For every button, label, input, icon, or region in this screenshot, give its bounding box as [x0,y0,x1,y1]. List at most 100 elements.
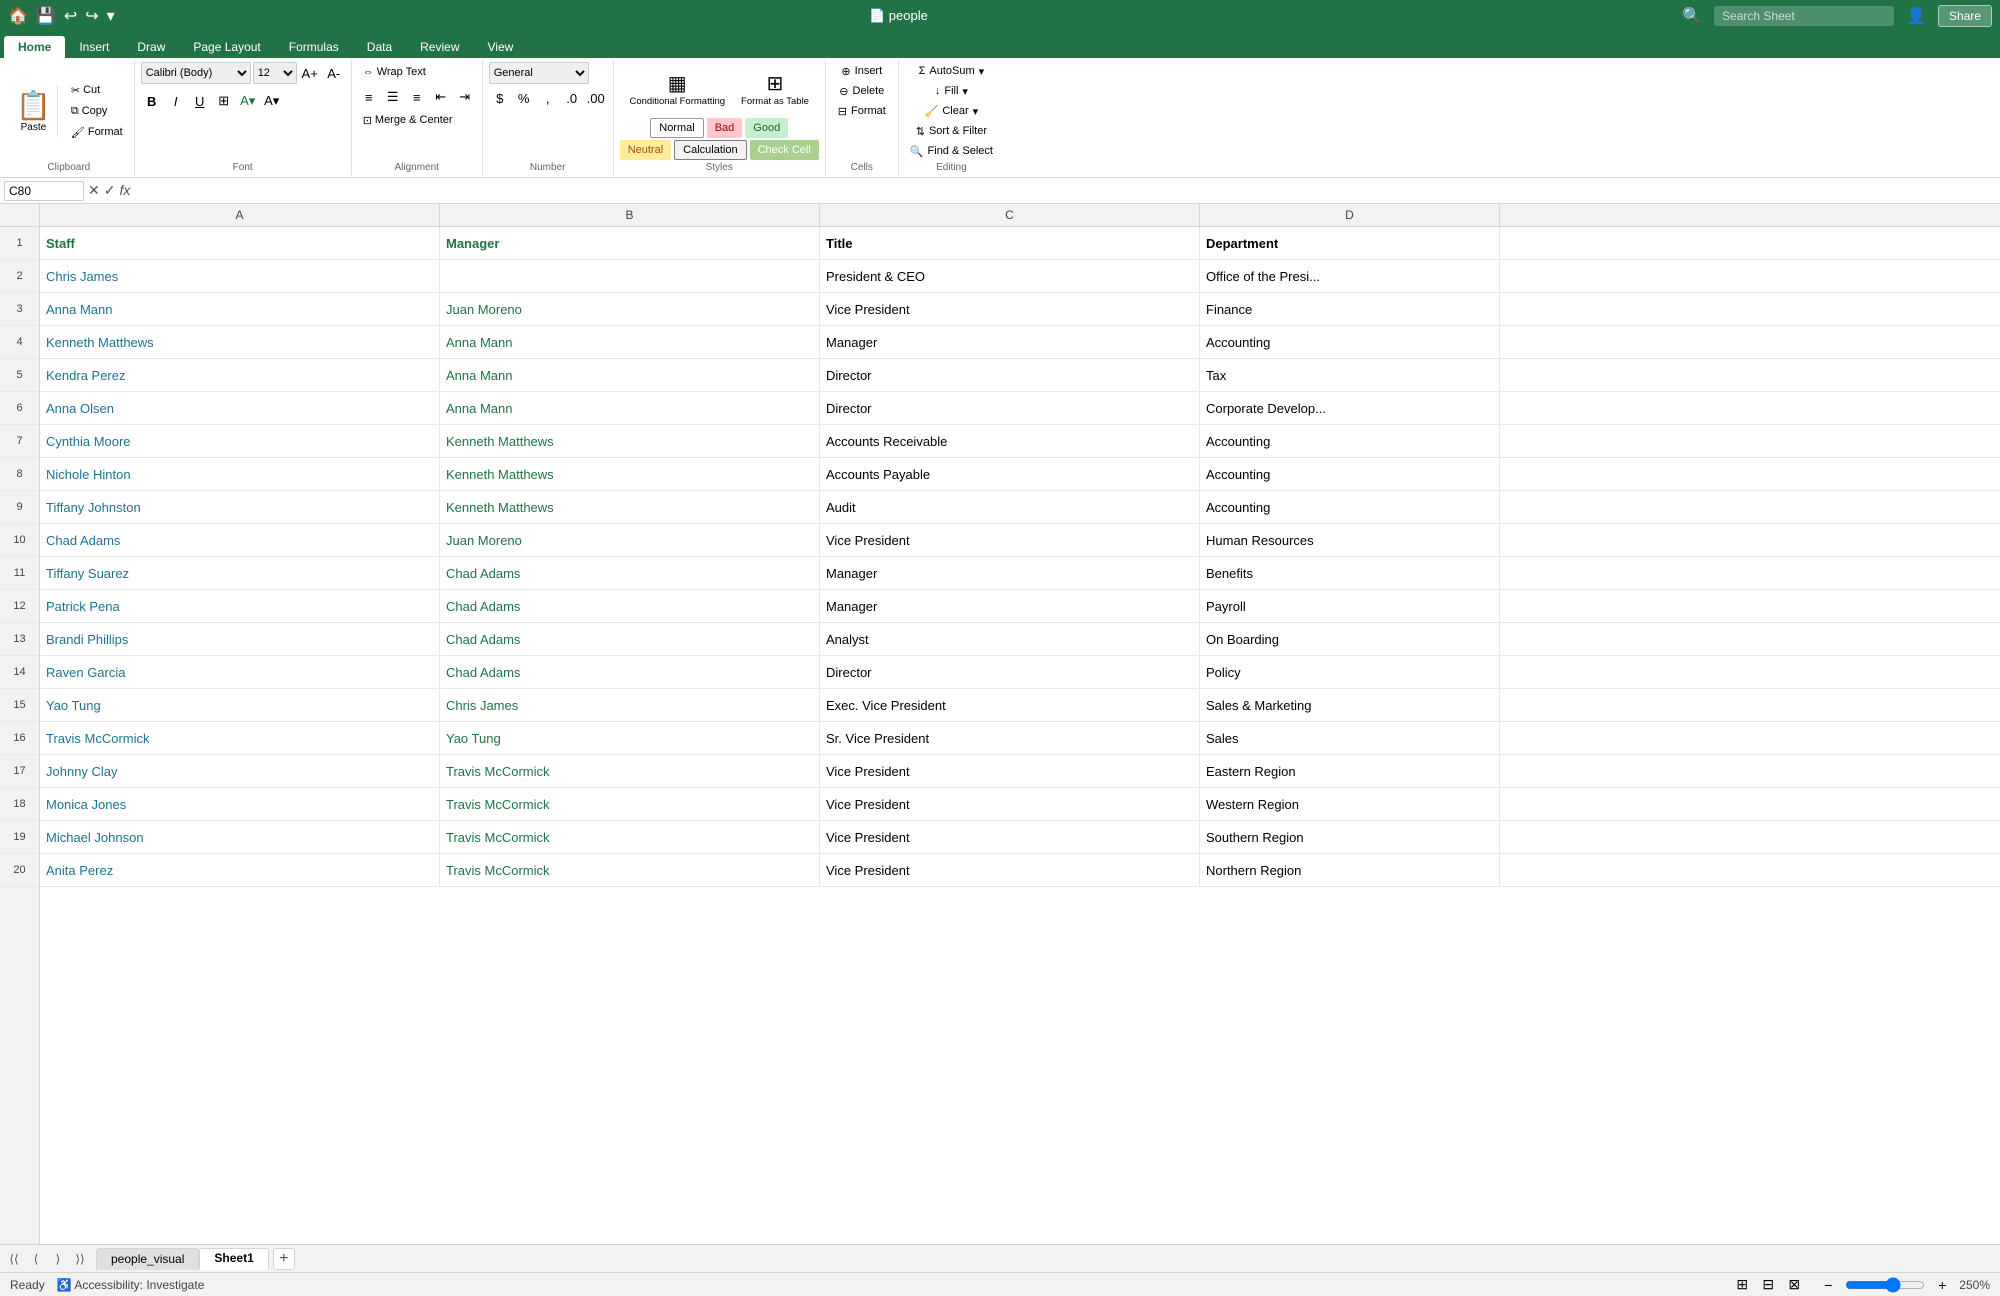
fill-button[interactable]: ↓ Fill ▾ [930,82,973,100]
cell-r12-c0[interactable]: Patrick Pena [40,590,440,622]
cell-r12-c2[interactable]: Manager [820,590,1200,622]
cell-r19-c0[interactable]: Michael Johnson [40,821,440,853]
cell-r6-c2[interactable]: Director [820,392,1200,424]
cell-r16-c1[interactable]: Yao Tung [440,722,820,754]
row-num-10[interactable]: 10 [0,524,39,557]
cell-r17-c0[interactable]: Johnny Clay [40,755,440,787]
cell-r7-c0[interactable]: Cynthia Moore [40,425,440,457]
cell-r3-c2[interactable]: Vice President [820,293,1200,325]
cell-r11-c2[interactable]: Manager [820,557,1200,589]
sheet-nav-last[interactable]: ⟩⟩ [70,1249,90,1269]
cell-r9-c3[interactable]: Accounting [1200,491,1500,523]
percent-button[interactable]: % [513,87,535,109]
formula-input[interactable] [134,181,1996,201]
tab-data[interactable]: Data [353,36,406,58]
cell-r18-c2[interactable]: Vice President [820,788,1200,820]
sheet-nav-first[interactable]: ⟨⟨ [4,1249,24,1269]
cell-r15-c1[interactable]: Chris James [440,689,820,721]
increase-indent-button[interactable]: ⇥ [454,86,476,108]
cell-r5-c3[interactable]: Tax [1200,359,1500,391]
insert-cells-button[interactable]: ⊕ Insert [835,62,888,80]
find-select-button[interactable]: 🔍 Find & Select [905,142,998,160]
cell-r1-c2[interactable]: Title [820,227,1200,259]
align-center-button[interactable]: ☰ [382,86,404,108]
cell-r14-c1[interactable]: Chad Adams [440,656,820,688]
cell-r18-c0[interactable]: Monica Jones [40,788,440,820]
row-num-7[interactable]: 7 [0,425,39,458]
cell-r5-c1[interactable]: Anna Mann [440,359,820,391]
cell-r19-c2[interactable]: Vice President [820,821,1200,853]
tab-draw[interactable]: Draw [123,36,179,58]
cell-r15-c2[interactable]: Exec. Vice President [820,689,1200,721]
cell-r4-c1[interactable]: Anna Mann [440,326,820,358]
fill-color-button[interactable]: A▾ [237,90,259,112]
tab-review[interactable]: Review [406,36,473,58]
cell-r14-c2[interactable]: Director [820,656,1200,688]
tab-view[interactable]: View [474,36,528,58]
sheet-tab-people-visual[interactable]: people_visual [96,1248,199,1270]
customize-icon[interactable]: ▾ [107,6,115,26]
cell-r14-c0[interactable]: Raven Garcia [40,656,440,688]
cell-r12-c3[interactable]: Payroll [1200,590,1500,622]
cell-r5-c0[interactable]: Kendra Perez [40,359,440,391]
cell-r19-c1[interactable]: Travis McCormick [440,821,820,853]
page-break-view-button[interactable]: ⊠ [1783,1274,1805,1296]
conditional-formatting-button[interactable]: ▦ Conditional Formatting [623,62,731,116]
cell-r9-c1[interactable]: Kenneth Matthews [440,491,820,523]
sheet-tab-sheet1[interactable]: Sheet1 [199,1248,268,1270]
row-num-5[interactable]: 5 [0,359,39,392]
cell-r13-c1[interactable]: Chad Adams [440,623,820,655]
col-header-a[interactable]: A [40,204,440,226]
autosum-button[interactable]: Σ AutoSum ▾ [914,62,990,80]
cell-r16-c3[interactable]: Sales [1200,722,1500,754]
cell-r8-c3[interactable]: Accounting [1200,458,1500,490]
increase-font-button[interactable]: A+ [299,62,321,84]
cell-r20-c3[interactable]: Northern Region [1200,854,1500,886]
bold-button[interactable]: B [141,90,163,112]
redo-icon[interactable]: ↪ [85,6,98,26]
undo-icon[interactable]: ↩ [64,6,77,26]
row-num-6[interactable]: 6 [0,392,39,425]
sheet-nav-next[interactable]: ⟩ [48,1249,68,1269]
cell-r1-c0[interactable]: Staff [40,227,440,259]
cell-r17-c2[interactable]: Vice President [820,755,1200,787]
row-num-2[interactable]: 2 [0,260,39,293]
cell-r5-c2[interactable]: Director [820,359,1200,391]
cell-r16-c0[interactable]: Travis McCormick [40,722,440,754]
style-neutral[interactable]: Neutral [620,140,671,160]
format-cells-button[interactable]: ⊟ Format [832,102,892,120]
font-color-button[interactable]: A▾ [261,90,283,112]
share-button[interactable]: Share [1938,5,1992,27]
cell-r19-c3[interactable]: Southern Region [1200,821,1500,853]
cell-r6-c1[interactable]: Anna Mann [440,392,820,424]
delete-cells-button[interactable]: ⊖ Delete [833,82,890,100]
comma-button[interactable]: , [537,87,559,109]
cell-r1-c3[interactable]: Department [1200,227,1500,259]
clear-button[interactable]: 🧹 Clear ▾ [920,102,984,120]
cell-r6-c3[interactable]: Corporate Develop... [1200,392,1500,424]
decrease-decimal-button[interactable]: .0 [561,87,583,109]
cell-r15-c0[interactable]: Yao Tung [40,689,440,721]
home-icon[interactable]: 🏠 [8,6,28,26]
cell-r8-c1[interactable]: Kenneth Matthews [440,458,820,490]
style-good[interactable]: Good [745,118,788,138]
tab-page-layout[interactable]: Page Layout [179,36,274,58]
cell-r4-c2[interactable]: Manager [820,326,1200,358]
zoom-in-button[interactable]: + [1931,1274,1953,1296]
cell-r17-c1[interactable]: Travis McCormick [440,755,820,787]
cell-r20-c2[interactable]: Vice President [820,854,1200,886]
row-num-20[interactable]: 20 [0,854,39,887]
style-bad[interactable]: Bad [707,118,743,138]
cell-r13-c3[interactable]: On Boarding [1200,623,1500,655]
style-normal[interactable]: Normal [650,118,703,138]
row-num-8[interactable]: 8 [0,458,39,491]
cell-r4-c3[interactable]: Accounting [1200,326,1500,358]
border-button[interactable]: ⊞ [213,90,235,112]
confirm-icon[interactable]: ✓ [104,182,116,199]
cell-r1-c1[interactable]: Manager [440,227,820,259]
font-face-select[interactable]: Calibri (Body) [141,62,251,84]
cell-r3-c3[interactable]: Finance [1200,293,1500,325]
number-format-select[interactable]: General [489,62,589,84]
decrease-font-button[interactable]: A- [323,62,345,84]
cell-r10-c3[interactable]: Human Resources [1200,524,1500,556]
